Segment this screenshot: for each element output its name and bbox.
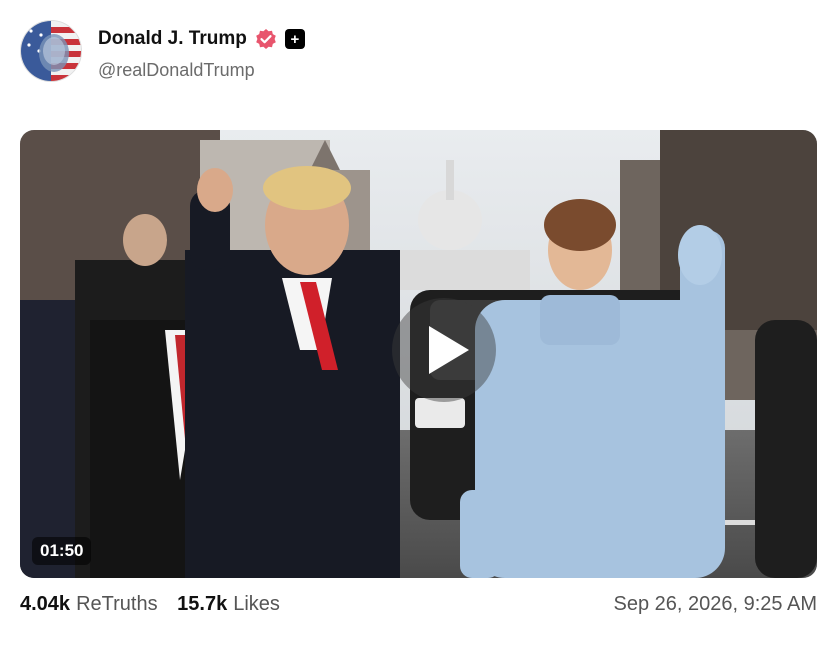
play-icon — [429, 326, 469, 374]
video-duration: 01:50 — [32, 537, 92, 565]
play-button[interactable] — [392, 298, 496, 402]
author-name-row: Donald J. Trump + — [98, 28, 305, 50]
author-display-name[interactable]: Donald J. Trump — [98, 28, 247, 50]
video-player[interactable]: 01:50 — [20, 130, 817, 578]
post-footer: 4.04k ReTruths 15.7k Likes Sep 26, 2026,… — [20, 593, 817, 623]
retruths-label: ReTruths — [76, 593, 158, 615]
retruths-count: 4.04k — [20, 593, 71, 615]
verified-badge-icon — [255, 28, 277, 50]
author-handle[interactable]: @realDonaldTrump — [98, 60, 255, 81]
plus-badge-icon: + — [284, 29, 305, 49]
post-header: Donald J. Trump + @realDonaldTrump — [20, 20, 820, 82]
likes-stat[interactable]: 15.7k Likes — [177, 593, 280, 616]
flag-portrait-avatar — [21, 21, 81, 81]
retruths-stat[interactable]: 4.04k ReTruths — [20, 593, 158, 616]
likes-label: Likes — [233, 593, 280, 615]
author-avatar[interactable] — [20, 20, 82, 82]
likes-count: 15.7k — [177, 593, 228, 615]
post-timestamp[interactable]: Sep 26, 2026, 9:25 AM — [614, 593, 818, 616]
